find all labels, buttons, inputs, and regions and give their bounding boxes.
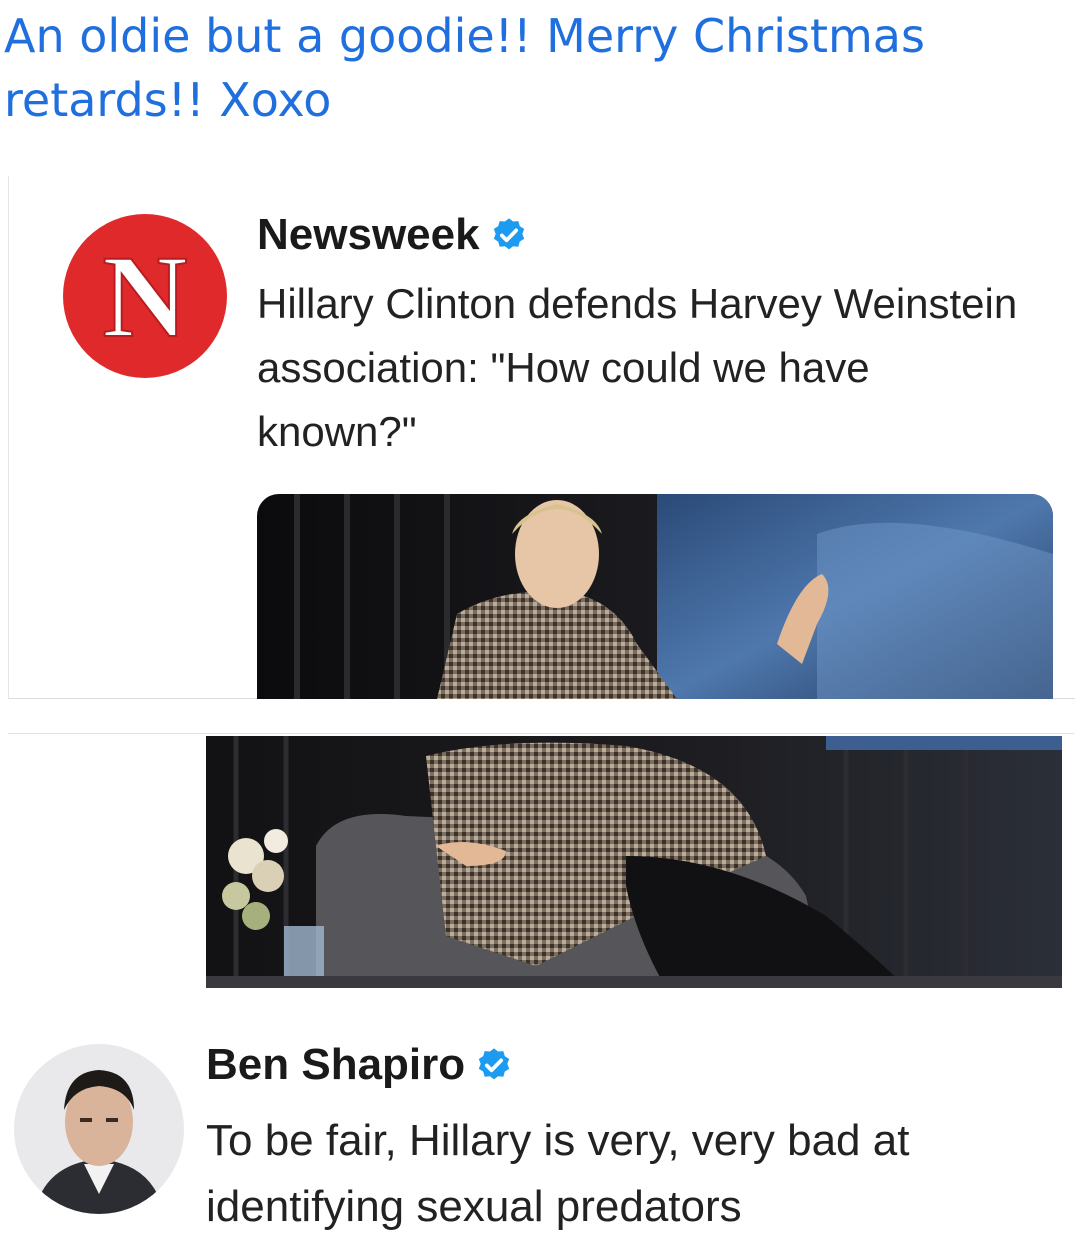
ben-shapiro-account-name[interactable]: Ben Shapiro bbox=[206, 1040, 513, 1090]
newsweek-tweet-card: N Newsweek Hillary Clinton defends Harve… bbox=[8, 176, 1075, 699]
newsweek-logo-letter: N bbox=[102, 231, 187, 362]
verified-badge-icon bbox=[478, 1048, 510, 1080]
profile-photo-icon bbox=[14, 1044, 184, 1214]
newsweek-account-name[interactable]: Newsweek bbox=[257, 210, 528, 260]
meme-caption: An oldie but a goodie!! Merry Christmas … bbox=[4, 9, 925, 127]
newsweek-name-label: Newsweek bbox=[257, 210, 480, 259]
newsweek-article-photo[interactable] bbox=[257, 494, 1053, 699]
newsweek-logo: N bbox=[63, 214, 227, 378]
newsweek-tweet-text: Hillary Clinton defends Harvey Weinstein… bbox=[257, 280, 1018, 455]
ben-shapiro-avatar[interactable] bbox=[14, 1044, 184, 1214]
ben-shapiro-name-label: Ben Shapiro bbox=[206, 1040, 466, 1089]
divider bbox=[8, 733, 1074, 734]
ben-shapiro-tweet-text: To be fair, Hillary is very, very bad at… bbox=[206, 1116, 910, 1231]
event-photo-continued[interactable] bbox=[206, 736, 1062, 988]
verified-badge-icon bbox=[493, 218, 524, 250]
